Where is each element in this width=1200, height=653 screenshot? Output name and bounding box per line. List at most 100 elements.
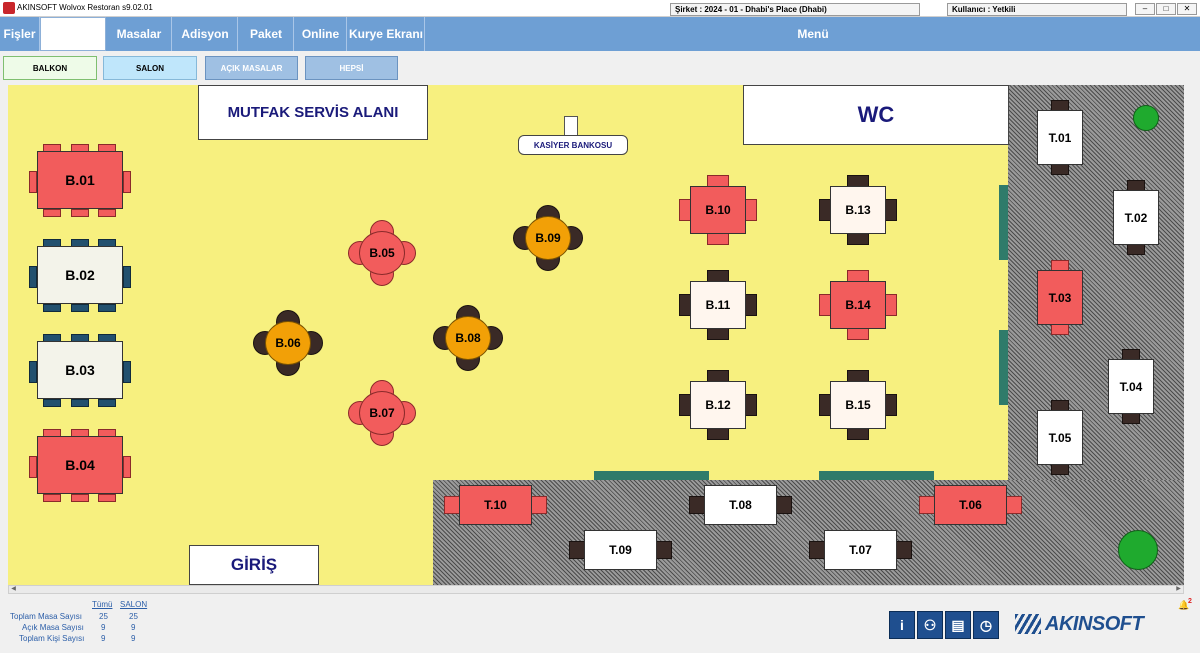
chair-icon [29,361,37,383]
chair-icon [444,496,460,514]
window-wall [999,330,1008,405]
table-b11[interactable]: B.11 [690,281,746,329]
chair-icon [896,541,912,559]
stats-label-total-tables: Toplam Masa Sayısı [10,612,83,621]
brand-mark-icon [1015,614,1041,634]
table-b15[interactable]: B.15 [830,381,886,429]
notification-count: 2 [1188,598,1192,605]
users-icon[interactable]: ⚇ [917,611,943,639]
table-b06[interactable]: B.06 [265,321,311,365]
table-t10[interactable]: T.10 [459,485,532,525]
app-logo-icon [3,2,15,14]
table-t01[interactable]: T.01 [1037,110,1083,165]
bottom-toolbar: i ⚇ ▤ ◷ [889,611,1001,639]
scroll-right-icon[interactable]: ▶ [1174,586,1183,593]
tab-salon[interactable]: SALON [103,56,197,80]
wc-area: WC [743,85,1009,145]
tab-acik-masalar[interactable]: AÇIK MASALAR [205,56,298,80]
table-t03[interactable]: T.03 [1037,270,1083,325]
table-b07[interactable]: B.07 [359,391,405,435]
info-icon[interactable]: i [889,611,915,639]
stats-value-open-tables-salon: 9 [131,623,136,632]
chair-icon [847,233,869,245]
money-icon[interactable]: ▤ [945,611,971,639]
entrance-area: GİRİŞ [189,545,319,585]
table-t02[interactable]: T.02 [1113,190,1159,245]
table-b13[interactable]: B.13 [830,186,886,234]
table-t05[interactable]: T.05 [1037,410,1083,465]
menu-fisler[interactable]: Fişler [0,17,40,51]
table-b10[interactable]: B.10 [690,186,746,234]
window-wall [594,471,709,480]
chair-icon [98,494,116,502]
chair-icon [43,209,61,217]
menu-bar: Fişler Masalar Adisyon Paket Online Kury… [0,17,1200,51]
table-t09[interactable]: T.09 [584,530,657,570]
chair-icon [71,399,89,407]
table-b04[interactable]: B.04 [37,436,123,494]
stats-value-open-tables-all: 9 [101,623,106,632]
menu-paket[interactable]: Paket [239,17,294,51]
menu-button[interactable]: Menü [426,17,1200,51]
kitchen-service-area: MUTFAK SERVİS ALANI [198,85,428,140]
scroll-left-icon[interactable]: ◀ [9,586,18,593]
floor-plan: MUTFAK SERVİS ALANI WC GİRİŞ KASİYER BAN… [8,85,1184,585]
close-button[interactable]: ✕ [1177,3,1197,15]
menu-kurye-ekrani[interactable]: Kurye Ekranı [348,17,425,51]
window-wall [819,471,934,480]
table-b02[interactable]: B.02 [37,246,123,304]
chair-icon [123,361,131,383]
menu-masalar[interactable]: Masalar [107,17,172,51]
tab-balkon[interactable]: BALKON [3,56,97,80]
chair-icon [1051,324,1069,335]
table-b09[interactable]: B.09 [525,216,571,260]
stats-value-total-tables-all: 25 [99,612,108,621]
chair-icon [123,456,131,478]
chair-icon [1006,496,1022,514]
table-b12[interactable]: B.12 [690,381,746,429]
table-b05[interactable]: B.05 [359,231,405,275]
table-b08[interactable]: B.08 [445,316,491,360]
window-wall [999,185,1008,260]
chair-icon [707,328,729,340]
table-b03[interactable]: B.03 [37,341,123,399]
chair-icon [689,496,705,514]
brand-name: AKINSOFT [1045,612,1144,635]
table-b14[interactable]: B.14 [830,281,886,329]
chair-icon [847,328,869,340]
menu-online[interactable]: Online [295,17,347,51]
company-info: Şirket : 2024 - 01 - Dhabi's Place (Dhab… [670,3,920,16]
chair-icon [569,541,585,559]
chair-icon [885,394,897,416]
chair-icon [123,171,131,193]
stats-label-total-people: Toplam Kişi Sayısı [19,634,85,643]
table-t06[interactable]: T.06 [934,485,1007,525]
tab-hepsi[interactable]: HEPSİ [305,56,398,80]
chair-icon [29,456,37,478]
table-b01[interactable]: B.01 [37,151,123,209]
menu-adisyon[interactable]: Adisyon [173,17,238,51]
table-t07[interactable]: T.07 [824,530,897,570]
stats-header-all: Tümü [92,600,113,609]
chair-icon [123,266,131,288]
chair-icon [531,496,547,514]
chair-icon [745,199,757,221]
floor-horizontal-scrollbar[interactable]: ◀ ▶ [8,585,1184,594]
chair-icon [98,304,116,312]
minimize-button[interactable]: – [1135,3,1155,15]
table-statistics: Tümü SALON Toplam Masa Sayısı 25 25 Açık… [0,598,170,653]
chair-icon [71,494,89,502]
table-t08[interactable]: T.08 [704,485,777,525]
table-t04[interactable]: T.04 [1108,359,1154,414]
chair-icon [43,494,61,502]
chair-icon [1127,244,1145,255]
maximize-button[interactable]: □ [1156,3,1176,15]
menu-blank-slot[interactable] [40,17,106,51]
stats-label-open-tables: Açık Masa Sayısı [22,623,84,632]
chair-icon [43,304,61,312]
chair-icon [707,428,729,440]
chair-icon [745,294,757,316]
chair-icon [1122,413,1140,424]
clock-icon[interactable]: ◷ [973,611,999,639]
plant-icon [1133,105,1159,131]
